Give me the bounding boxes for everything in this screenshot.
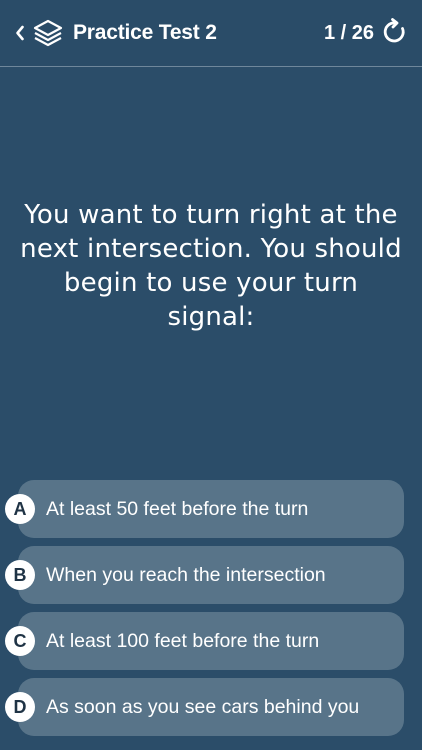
answer-letter-badge: D	[5, 692, 35, 722]
top-bar: Practice Test 2 1 / 26	[0, 0, 422, 67]
refresh-icon[interactable]	[382, 18, 408, 46]
answer-option-b[interactable]: When you reach the intersection	[18, 546, 404, 604]
answer-letter-badge: C	[5, 626, 35, 656]
chevron-left-icon[interactable]	[15, 25, 25, 41]
answer-option-c[interactable]: At least 100 feet before the turn	[18, 612, 404, 670]
question-text: You want to turn right at the next inter…	[20, 200, 402, 332]
answer-option-a[interactable]: At least 50 feet before the turn	[18, 480, 404, 538]
back-button[interactable]	[12, 22, 28, 44]
answer-text: At least 50 feet before the turn	[46, 498, 309, 520]
answer-text: At least 100 feet before the turn	[46, 630, 320, 652]
page-title: Practice Test 2	[73, 21, 217, 44]
question-counter: 1 / 26	[323, 22, 374, 44]
answer-option-d[interactable]: As soon as you see cars behind you	[18, 678, 404, 736]
layers-icon	[33, 19, 63, 47]
answer-text: When you reach the intersection	[46, 564, 326, 586]
answer-text: As soon as you see cars behind you	[46, 696, 360, 718]
answer-letter-badge: A	[5, 494, 35, 524]
answer-letter-badge: B	[5, 560, 35, 590]
